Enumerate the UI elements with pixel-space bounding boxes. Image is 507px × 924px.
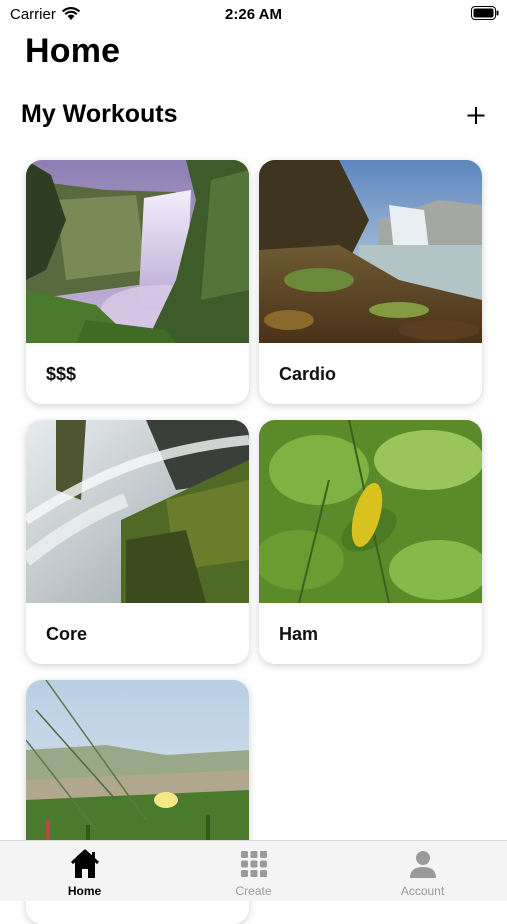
green-leaves-image <box>259 420 482 603</box>
workout-card-label: Core <box>46 624 88 644</box>
waterfall-cliff-image <box>26 160 249 343</box>
workout-card-label: Ham <box>279 624 319 644</box>
tab-account-label: Account <box>400 884 445 898</box>
tab-home-label: Home <box>67 884 102 898</box>
tab-bar: Home Create Account <box>0 840 507 901</box>
waterfall-rocks-image <box>26 420 249 603</box>
tab-home[interactable]: Home <box>0 841 169 901</box>
tab-account[interactable]: Account <box>338 841 507 901</box>
home-icon <box>70 849 100 878</box>
waterfall-lake-image <box>259 160 482 343</box>
tab-create[interactable]: Create <box>169 841 338 901</box>
workout-grid: $$$ Cardio Core Ham <box>0 0 507 924</box>
workout-card[interactable]: Core <box>26 420 249 664</box>
workout-card[interactable]: Ham <box>259 420 482 664</box>
workout-card[interactable]: $$$ <box>26 160 249 404</box>
workout-card-label: Cardio <box>279 364 337 384</box>
person-icon <box>410 851 436 878</box>
workout-card[interactable]: Cardio <box>259 160 482 404</box>
workout-card-label: $$$ <box>46 364 77 384</box>
flower-grass-image <box>26 680 249 863</box>
grid-icon <box>241 851 267 877</box>
tab-create-label: Create <box>235 884 272 898</box>
